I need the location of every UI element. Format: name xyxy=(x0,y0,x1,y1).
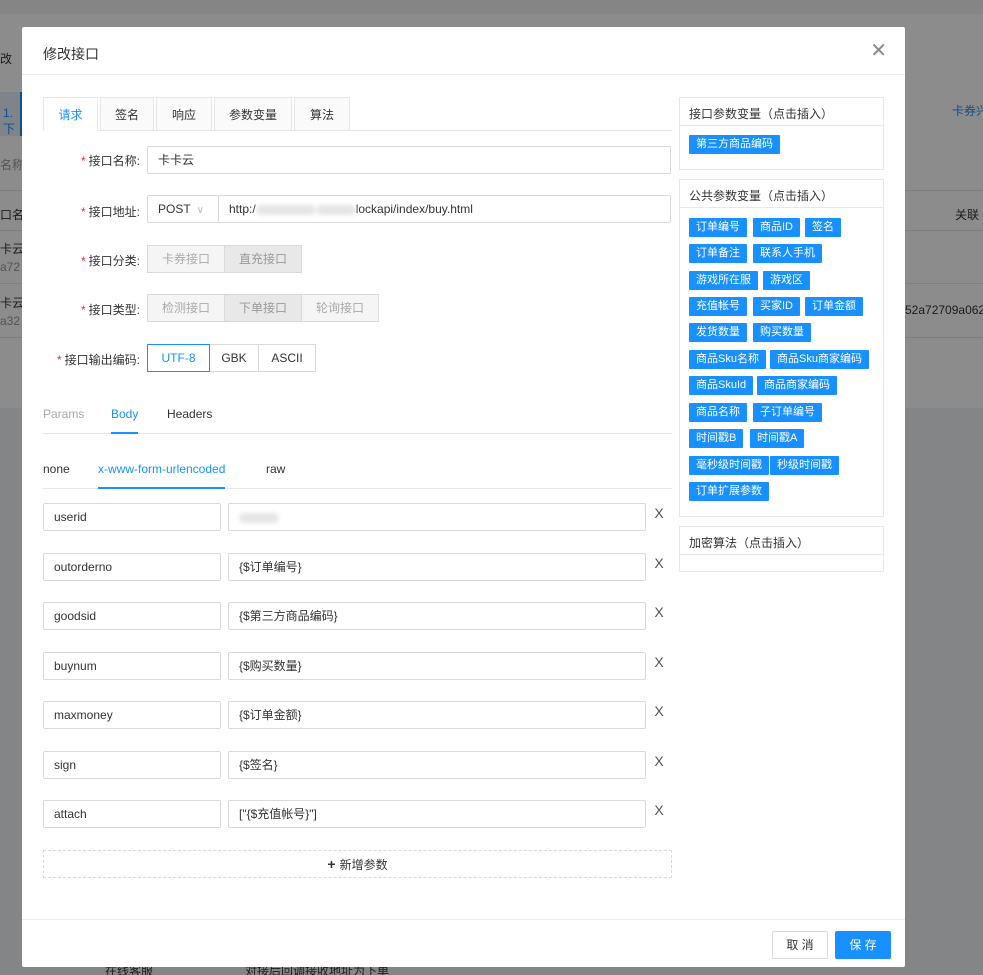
chip-var[interactable]: 游戏所在服 xyxy=(689,271,758,290)
chip-var[interactable]: 签名 xyxy=(805,218,841,237)
chip-var[interactable]: 订单金额 xyxy=(805,297,863,316)
type-order[interactable]: 下单接口 xyxy=(224,294,302,322)
tab-response[interactable]: 响应 xyxy=(156,97,212,131)
algorithm-panel: 加密算法（点击插入） xyxy=(679,526,884,572)
public-vars-panel: 公共参数变量（点击插入） 订单编号 商品ID 签名 订单备注 联系人手机 游戏所… xyxy=(679,179,884,517)
param-key-buynum[interactable]: buynum xyxy=(43,652,221,680)
param-key-maxmoney[interactable]: maxmoney xyxy=(43,701,221,729)
body-type-tabs: none x-www-form-urlencoded raw xyxy=(43,449,672,489)
chip-var[interactable]: 发货数量 xyxy=(689,323,747,342)
delete-param-icon[interactable]: X xyxy=(652,556,666,572)
type-poll[interactable]: 轮询接口 xyxy=(301,294,379,322)
param-key-userid[interactable]: userid xyxy=(43,503,221,531)
interface-vars-title: 接口参数变量（点击插入） xyxy=(680,98,883,126)
tab-body[interactable]: Body xyxy=(111,394,139,434)
tab-raw[interactable]: raw xyxy=(266,449,285,489)
chip-var[interactable]: 商品ID xyxy=(753,218,800,237)
public-vars-title: 公共参数变量（点击插入） xyxy=(680,180,883,208)
param-value-attach[interactable]: ["{$充值帐号}"] xyxy=(228,800,646,828)
chip-var[interactable]: 充值帐号 xyxy=(689,297,747,316)
delete-param-icon[interactable]: X xyxy=(652,704,666,720)
chip-var[interactable]: 商品SkuId xyxy=(689,376,754,395)
encoding-label: * 接口输出编码: xyxy=(56,353,140,367)
delete-param-icon[interactable]: X xyxy=(652,754,666,770)
type-check[interactable]: 检测接口 xyxy=(147,294,225,322)
param-value-goodsid[interactable]: {$第三方商品编码} xyxy=(228,602,646,630)
main-tabs: 请求 签名 响应 参数变量 算法 xyxy=(43,97,672,131)
chip-var[interactable]: 订单编号 xyxy=(689,218,747,237)
tab-none[interactable]: none xyxy=(43,449,70,489)
delete-param-icon[interactable]: X xyxy=(652,655,666,671)
category-card[interactable]: 卡券接口 xyxy=(147,245,225,273)
modal-title: 修改接口 xyxy=(43,46,99,62)
tab-algorithm[interactable]: 算法 xyxy=(294,97,350,131)
tab-signature[interactable]: 签名 xyxy=(100,97,154,131)
tab-urlencoded[interactable]: x-www-form-urlencoded xyxy=(98,449,226,489)
method-select[interactable]: POST ∨ xyxy=(147,195,219,223)
chip-var[interactable]: 游戏区 xyxy=(763,271,810,290)
tab-headers[interactable]: Headers xyxy=(167,394,212,434)
encoding-gbk[interactable]: GBK xyxy=(209,344,259,372)
modal-header: 修改接口 xyxy=(22,27,905,75)
delete-param-icon[interactable]: X xyxy=(652,803,666,819)
chip-var[interactable]: 秒级时间戳 xyxy=(770,456,839,475)
tab-param-variables[interactable]: 参数变量 xyxy=(214,97,292,131)
chip-var[interactable]: 商品名称 xyxy=(689,403,747,422)
url-label: * 接口地址: xyxy=(80,205,140,219)
param-key-sign[interactable]: sign xyxy=(43,751,221,779)
encoding-ascii[interactable]: ASCII xyxy=(258,344,316,372)
chip-var[interactable]: 时间戳B xyxy=(689,429,744,448)
chip-var[interactable]: 商品商家编码 xyxy=(757,376,837,395)
url-input[interactable]: http:/lockapi/index/buy.html xyxy=(218,195,671,223)
cancel-button[interactable]: 取 消 xyxy=(772,931,828,959)
param-key-outorderno[interactable]: outorderno xyxy=(43,553,221,581)
name-label: * 接口名称: xyxy=(80,154,140,168)
tab-request[interactable]: 请求 xyxy=(43,97,98,131)
redacted-text xyxy=(255,204,316,215)
param-value-buynum[interactable]: {$购买数量} xyxy=(228,652,646,680)
interface-vars-panel: 接口参数变量（点击插入） 第三方商品编码 xyxy=(679,97,884,170)
param-key-goodsid[interactable]: goodsid xyxy=(43,602,221,630)
chip-var[interactable]: 联系人手机 xyxy=(753,244,822,263)
param-value-sign[interactable]: {$签名} xyxy=(228,751,646,779)
chip-var[interactable]: 购买数量 xyxy=(753,323,811,342)
chip-third-party-code[interactable]: 第三方商品编码 xyxy=(689,135,780,154)
delete-param-icon[interactable]: X xyxy=(652,605,666,621)
type-label: * 接口类型: xyxy=(80,303,140,317)
save-button[interactable]: 保 存 xyxy=(835,931,891,959)
chip-var[interactable]: 商品Sku名称 xyxy=(689,350,766,369)
chip-var[interactable]: 子订单编号 xyxy=(753,403,822,422)
chip-var[interactable]: 毫秒级时间戳 xyxy=(689,456,769,475)
delete-param-icon[interactable]: X xyxy=(652,506,666,522)
category-label: * 接口分类: xyxy=(80,254,140,268)
chip-var[interactable]: 买家ID xyxy=(753,297,800,316)
category-direct[interactable]: 直充接口 xyxy=(224,245,302,273)
modal-footer: 取 消 保 存 xyxy=(22,919,905,967)
plus-icon: + xyxy=(327,856,336,872)
chip-var[interactable]: 商品Sku商家编码 xyxy=(770,350,869,369)
chevron-down-icon: ∨ xyxy=(196,205,204,216)
chip-var[interactable]: 订单备注 xyxy=(689,244,747,263)
param-value-maxmoney[interactable]: {$订单金额} xyxy=(228,701,646,729)
redacted-text xyxy=(315,204,356,215)
param-key-attach[interactable]: attach xyxy=(43,800,221,828)
edit-interface-modal: 修改接口 ✕ 请求 签名 响应 参数变量 算法 * 接口名称: 卡卡云 * 接口地址… xyxy=(22,27,905,967)
param-value-outorderno[interactable]: {$订单编号} xyxy=(228,553,646,581)
close-icon[interactable]: ✕ xyxy=(870,41,887,61)
redacted-text xyxy=(239,512,279,523)
chip-var[interactable]: 订单扩展参数 xyxy=(689,482,769,501)
chip-var[interactable]: 时间戳A xyxy=(750,429,805,448)
name-input[interactable]: 卡卡云 xyxy=(147,146,671,174)
tab-params[interactable]: Params xyxy=(43,394,84,434)
request-tabs: Params Body Headers xyxy=(43,394,672,434)
param-value-userid[interactable] xyxy=(228,503,646,531)
algorithm-title: 加密算法（点击插入） xyxy=(680,527,883,555)
encoding-utf8[interactable]: UTF-8 xyxy=(147,344,210,372)
add-param-button[interactable]: + 新增参数 xyxy=(43,850,672,878)
